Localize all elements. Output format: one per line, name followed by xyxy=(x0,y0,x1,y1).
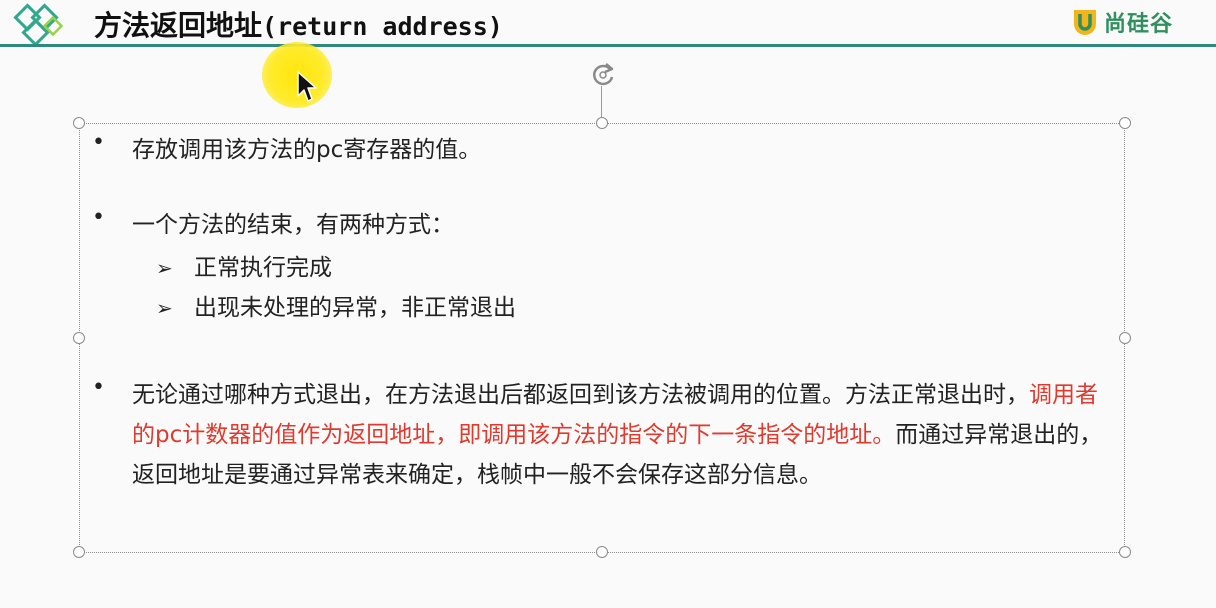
slide: 方法返回地址 (return address) 尚硅谷 • 存放调用该方法的pc… xyxy=(0,0,1216,608)
resize-handle-top[interactable] xyxy=(596,117,608,129)
arrow-bullet-icon: ➢ xyxy=(156,256,173,280)
resize-handle-bottom-left[interactable] xyxy=(73,546,85,558)
resize-handle-left[interactable] xyxy=(73,332,85,344)
sub-bullet-item: ➢ 正常执行完成 xyxy=(156,248,332,288)
bullet-text: 一个方法的结束，有两种方式： xyxy=(132,212,454,238)
bullet-marker: • xyxy=(92,375,105,400)
resize-handle-top-left[interactable] xyxy=(73,117,85,129)
slide-title: 方法返回地址 (return address) xyxy=(94,4,503,44)
u-shield-icon xyxy=(1074,10,1096,35)
title-english: (return address) xyxy=(262,12,503,41)
resize-handle-right[interactable] xyxy=(1119,332,1131,344)
sub-bullet-text: 出现未处理的异常，非正常退出 xyxy=(194,295,516,321)
diamond-lattice-icon xyxy=(13,3,64,46)
resize-handle-bottom[interactable] xyxy=(596,546,608,558)
mouse-pointer-icon xyxy=(297,71,317,102)
bullet-marker: • xyxy=(92,130,105,155)
resize-handle-top-right[interactable] xyxy=(1119,117,1131,129)
brand-name: 尚硅谷 xyxy=(1104,12,1174,37)
header-divider xyxy=(0,44,1216,47)
brand-logo: 尚硅谷 xyxy=(1070,6,1173,38)
resize-handle-bottom-right[interactable] xyxy=(1119,546,1131,558)
title-chinese: 方法返回地址 xyxy=(94,9,263,42)
bullet-text: 无论通过哪种方式退出，在方法退出后都返回到该方法被调用的位置。方法正常退出时，调… xyxy=(132,375,1116,495)
sub-bullet-item: ➢ 出现未处理的异常，非正常退出 xyxy=(156,288,516,328)
bullet-text-part: 无论通过哪种方式退出，在方法退出后都返回到该方法被调用的位置。方法正常退出时， xyxy=(132,382,1029,408)
bullet-text: 存放调用该方法的pc寄存器的值。 xyxy=(132,137,482,163)
rotate-handle-icon[interactable] xyxy=(588,60,618,90)
sub-bullet-text: 正常执行完成 xyxy=(194,255,332,281)
bullet-marker: • xyxy=(92,205,105,230)
arrow-bullet-icon: ➢ xyxy=(156,296,173,320)
